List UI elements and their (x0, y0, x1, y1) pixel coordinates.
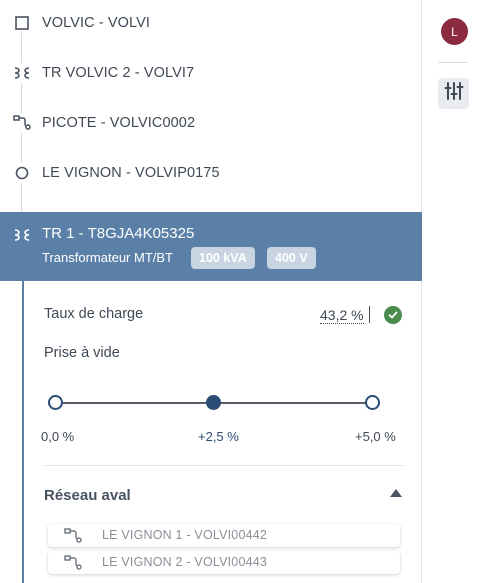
square-node-icon (12, 13, 32, 33)
avatar[interactable]: L (441, 18, 468, 45)
tree-item-label: LE VIGNON - VOLVIP0175 (42, 165, 220, 181)
sliders-icon (444, 81, 464, 106)
tree-item-le-vignon[interactable]: LE VIGNON - VOLVIP0175 (0, 153, 422, 193)
transformer-icon (12, 63, 32, 83)
transformer-detail-panel: Taux de charge 43,2 % Prise à vide 0,0 %… (22, 281, 422, 583)
downstream-item[interactable]: LE VIGNON 2 - VOLVI00443 (48, 551, 400, 574)
transformer-icon (12, 225, 32, 245)
tap-option-label: +5,0 % (355, 429, 396, 444)
tap-slider-knob-0[interactable] (48, 395, 63, 410)
tap-option-label: 0,0 % (41, 429, 75, 444)
section-divider (44, 465, 404, 466)
tree-item-volvic[interactable]: VOLVIC - VOLVI (0, 3, 422, 43)
tap-option-label-selected: +2,5 % (198, 429, 239, 444)
voltage-badge: 400 V (267, 247, 316, 269)
network-tree-panel: VOLVIC - VOLVI TR VOLVIC 2 - VOLVI7 PICO… (0, 0, 422, 583)
charge-value[interactable]: 43,2 % (320, 307, 364, 324)
charge-separator (369, 306, 370, 323)
branch-icon (64, 554, 82, 572)
charge-label: Taux de charge (44, 306, 144, 322)
tap-slider-knob-selected[interactable] (206, 395, 221, 410)
power-badge: 100 kVA (191, 247, 255, 269)
rail-divider (438, 62, 468, 63)
tree-item-label: VOLVIC - VOLVI (42, 15, 151, 31)
branch-icon (12, 113, 32, 133)
tree-item-label: PICOTE - VOLVIC0002 (42, 115, 196, 131)
right-rail: L (422, 0, 484, 583)
check-circle-icon (384, 306, 402, 324)
tree-item-tr-volvic-2[interactable]: TR VOLVIC 2 - VOLVI7 (0, 53, 422, 93)
tap-slider-knob-2[interactable] (365, 395, 380, 410)
tree-item-label: TR VOLVIC 2 - VOLVI7 (42, 65, 195, 81)
circle-node-icon (12, 163, 32, 183)
collapse-caret-icon[interactable] (390, 489, 402, 497)
downstream-item[interactable]: LE VIGNON 1 - VOLVI00442 (48, 524, 400, 547)
downstream-item-label: LE VIGNON 1 - VOLVI00442 (102, 528, 268, 542)
tap-label: Prise à vide (44, 345, 120, 361)
selected-title: TR 1 - T8GJA4K05325 (42, 225, 195, 242)
branch-icon (64, 527, 82, 545)
filter-settings-button[interactable] (438, 78, 469, 109)
downstream-section-title[interactable]: Réseau aval (44, 487, 131, 504)
selected-subtitle: Transformateur MT/BT (42, 250, 173, 265)
downstream-item-label: LE VIGNON 2 - VOLVI00443 (102, 555, 268, 569)
selected-transformer-row[interactable]: TR 1 - T8GJA4K05325 Transformateur MT/BT… (0, 212, 422, 281)
tree-item-picote[interactable]: PICOTE - VOLVIC0002 (0, 103, 422, 143)
